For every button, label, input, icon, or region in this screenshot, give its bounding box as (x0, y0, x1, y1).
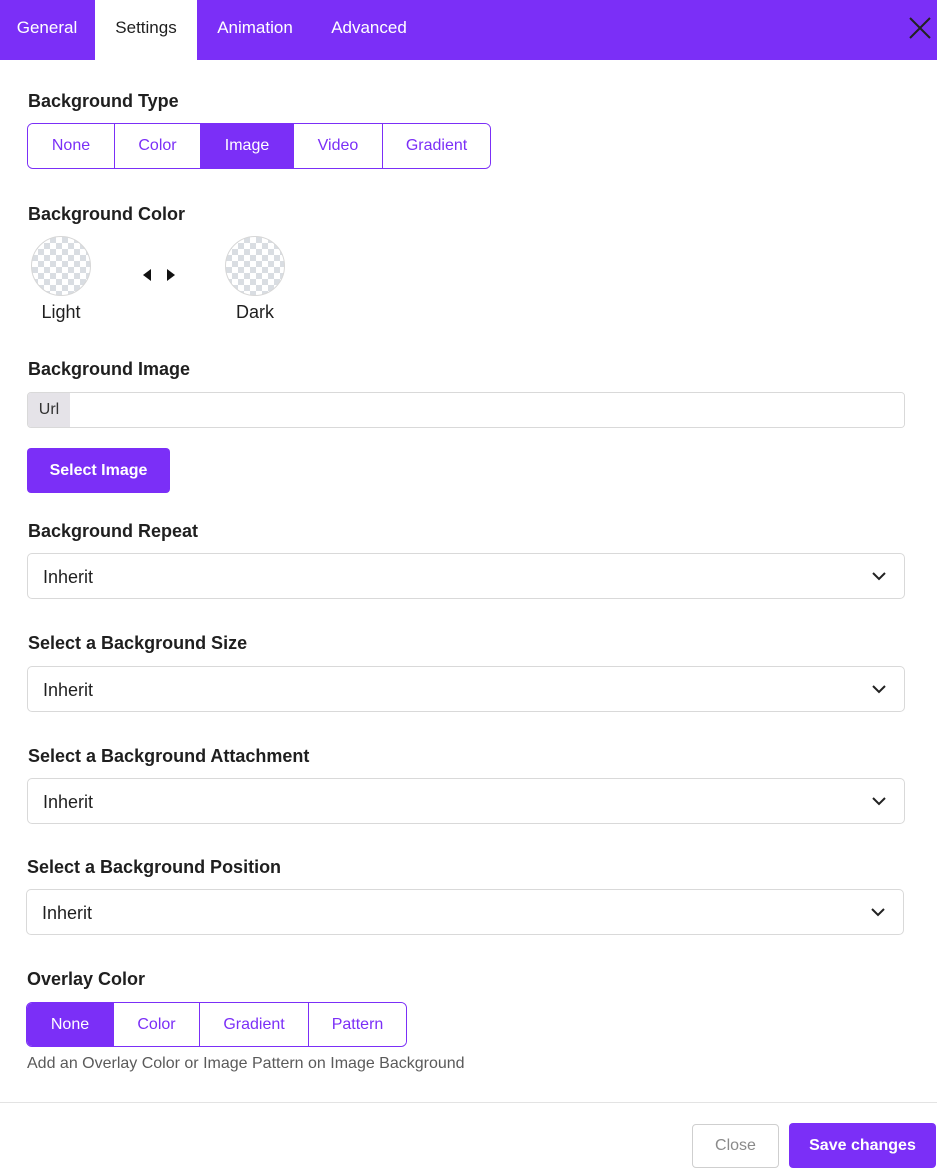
close-icon[interactable] (907, 15, 933, 41)
light-color-swatch[interactable] (31, 236, 91, 296)
overlay-color-segmented: None Color Gradient Pattern (26, 1002, 407, 1047)
chevron-down-icon (872, 572, 886, 581)
background-repeat-label: Background Repeat (28, 521, 199, 541)
url-input[interactable] (70, 393, 904, 427)
settings-header: General Settings Animation Advanced (0, 0, 937, 60)
background-type-segmented: None Color Image Video Gradient (27, 123, 491, 169)
background-type-none[interactable]: None (28, 124, 115, 168)
tab-advanced[interactable]: Advanced (313, 0, 425, 60)
overlay-color[interactable]: Color (114, 1003, 200, 1046)
background-size-select[interactable]: Inherit (27, 666, 905, 712)
save-changes-button[interactable]: Save changes (789, 1123, 936, 1168)
light-label: Light (41, 302, 81, 322)
background-position-label: Select a Background Position (27, 857, 282, 877)
background-color-label: Background Color (28, 204, 186, 224)
background-type-label: Background Type (28, 91, 179, 111)
tab-animation[interactable]: Animation (197, 0, 313, 60)
footer-divider (0, 1102, 937, 1103)
dark-label: Dark (235, 302, 274, 322)
background-size-label: Select a Background Size (28, 633, 248, 653)
close-button[interactable]: Close (692, 1124, 779, 1168)
overlay-none[interactable]: None (27, 1003, 114, 1046)
left-right-arrows-icon[interactable] (143, 267, 175, 283)
tab-settings[interactable]: Settings (95, 0, 197, 60)
chevron-down-icon (871, 908, 885, 917)
chevron-down-icon (872, 685, 886, 694)
background-type-video[interactable]: Video (294, 124, 383, 168)
chevron-down-icon (872, 797, 886, 806)
background-type-image[interactable]: Image (201, 124, 294, 168)
tab-general[interactable]: General (0, 0, 94, 60)
background-image-label: Background Image (28, 359, 191, 379)
background-attachment-value: Inherit (43, 792, 94, 812)
url-input-group: Url (27, 392, 905, 428)
background-position-value: Inherit (42, 903, 93, 923)
dark-color-swatch[interactable] (225, 236, 285, 296)
background-repeat-value: Inherit (43, 567, 94, 587)
overlay-gradient[interactable]: Gradient (200, 1003, 309, 1046)
background-type-gradient[interactable]: Gradient (383, 124, 490, 168)
url-addon: Url (28, 393, 70, 427)
overlay-color-label: Overlay Color (27, 969, 146, 989)
background-repeat-select[interactable]: Inherit (27, 553, 905, 599)
background-attachment-label: Select a Background Attachment (28, 746, 310, 766)
select-image-button[interactable]: Select Image (27, 448, 170, 493)
background-size-value: Inherit (43, 680, 94, 700)
overlay-pattern[interactable]: Pattern (309, 1003, 406, 1046)
background-attachment-select[interactable]: Inherit (27, 778, 905, 824)
background-type-color[interactable]: Color (115, 124, 201, 168)
background-position-select[interactable]: Inherit (26, 889, 904, 935)
overlay-hint: Add an Overlay Color or Image Pattern on… (27, 1055, 465, 1072)
